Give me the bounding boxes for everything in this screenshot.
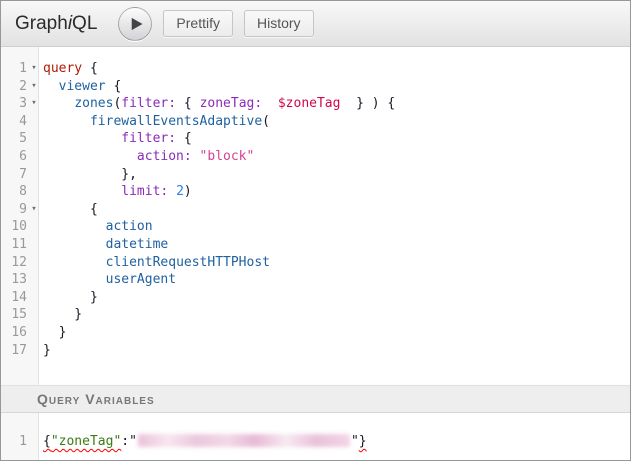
code-line[interactable]: 14 }: [1, 289, 630, 307]
code-line[interactable]: 4 firewallEventsAdaptive(: [1, 113, 630, 131]
code-line[interactable]: 1▾query {: [1, 60, 630, 78]
fold-gutter-spacer: [29, 254, 39, 272]
code-line[interactable]: 16 }: [1, 324, 630, 342]
fold-gutter-spacer: [29, 130, 39, 148]
code-text: zones(filter: { zoneTag: $zoneTag } ) {: [39, 95, 395, 113]
query-variables-title: Query Variables: [37, 391, 155, 407]
code-line[interactable]: 8 limit: 2): [1, 183, 630, 201]
fold-gutter-spacer: [29, 166, 39, 184]
line-number: 14: [1, 289, 29, 307]
fold-gutter-spacer: [29, 433, 39, 451]
code-text: }: [39, 342, 51, 360]
line-number: 8: [1, 183, 29, 201]
line-number: 12: [1, 254, 29, 272]
query-editor[interactable]: 1▾query {2▾ viewer {3▾ zones(filter: { z…: [1, 47, 630, 385]
execute-query-button[interactable]: [118, 7, 152, 41]
code-text: viewer {: [39, 78, 121, 96]
line-number: 4: [1, 113, 29, 131]
code-line[interactable]: 2▾ viewer {: [1, 78, 630, 96]
fold-gutter-spacer: [29, 306, 39, 324]
query-variables-header[interactable]: Query Variables: [1, 385, 630, 413]
code-line[interactable]: 6 action: "block": [1, 148, 630, 166]
fold-arrow-icon[interactable]: ▾: [29, 95, 39, 113]
redacted-value-blur: [138, 434, 350, 447]
graphiql-logo: GraphiQL: [15, 13, 97, 35]
fold-gutter-spacer: [29, 113, 39, 131]
line-number: 6: [1, 148, 29, 166]
variables-code-lines: 1 {"zoneTag":""}: [1, 413, 630, 451]
query-code-lines: 1▾query {2▾ viewer {3▾ zones(filter: { z…: [1, 47, 630, 359]
line-number: 2: [1, 78, 29, 96]
logo-text-post: QL: [72, 13, 97, 34]
code-text: firewallEventsAdaptive(: [39, 113, 270, 131]
line-number: 1: [1, 60, 29, 78]
code-line[interactable]: 12 clientRequestHTTPHost: [1, 254, 630, 272]
play-icon: [119, 7, 151, 41]
code-text: userAgent: [39, 271, 176, 289]
line-number: 3: [1, 95, 29, 113]
logo-text-pre: Graph: [15, 13, 68, 34]
fold-gutter-spacer: [29, 236, 39, 254]
code-line[interactable]: 13 userAgent: [1, 271, 630, 289]
code-text: clientRequestHTTPHost: [39, 254, 270, 272]
graphiql-window: GraphiQL Prettify History 1▾query {2▾ vi…: [0, 0, 631, 461]
fold-arrow-icon[interactable]: ▾: [29, 201, 39, 219]
code-text: {: [39, 201, 98, 219]
code-line[interactable]: 3▾ zones(filter: { zoneTag: $zoneTag } )…: [1, 95, 630, 113]
code-line[interactable]: 5 filter: {: [1, 130, 630, 148]
code-text: filter: {: [39, 130, 192, 148]
line-number: 17: [1, 342, 29, 360]
history-button[interactable]: History: [244, 10, 314, 37]
line-number: 13: [1, 271, 29, 289]
fold-arrow-icon[interactable]: ▾: [29, 78, 39, 96]
toolbar: GraphiQL Prettify History: [1, 1, 630, 47]
line-number: 7: [1, 166, 29, 184]
code-line[interactable]: 1 {"zoneTag":""}: [1, 433, 630, 451]
code-line[interactable]: 15 }: [1, 306, 630, 324]
code-text: },: [39, 166, 137, 184]
fold-gutter-spacer: [29, 289, 39, 307]
code-text: {"zoneTag":""}: [39, 433, 367, 451]
code-text: }: [39, 306, 82, 324]
fold-gutter-spacer: [29, 271, 39, 289]
code-line[interactable]: 9▾ {: [1, 201, 630, 219]
fold-gutter-spacer: [29, 148, 39, 166]
line-number: 9: [1, 201, 29, 219]
code-text: datetime: [39, 236, 168, 254]
code-line[interactable]: 10 action: [1, 218, 630, 236]
code-text: }: [39, 324, 66, 342]
line-number: 5: [1, 130, 29, 148]
code-text: action: [39, 218, 153, 236]
variables-editor[interactable]: 1 {"zoneTag":""}: [1, 413, 630, 460]
fold-arrow-icon[interactable]: ▾: [29, 60, 39, 78]
code-text: query {: [39, 60, 98, 78]
fold-gutter-spacer: [29, 218, 39, 236]
fold-gutter-spacer: [29, 183, 39, 201]
line-number: 16: [1, 324, 29, 342]
fold-gutter-spacer: [29, 324, 39, 342]
code-text: limit: 2): [39, 183, 192, 201]
fold-gutter-spacer: [29, 342, 39, 360]
prettify-button[interactable]: Prettify: [163, 10, 233, 37]
line-number: 10: [1, 218, 29, 236]
code-line[interactable]: 7 },: [1, 166, 630, 184]
code-text: }: [39, 289, 98, 307]
line-number: 1: [1, 433, 29, 451]
code-text: action: "block": [39, 148, 254, 166]
code-line[interactable]: 11 datetime: [1, 236, 630, 254]
line-number: 11: [1, 236, 29, 254]
code-line[interactable]: 17}: [1, 342, 630, 360]
line-number: 15: [1, 306, 29, 324]
